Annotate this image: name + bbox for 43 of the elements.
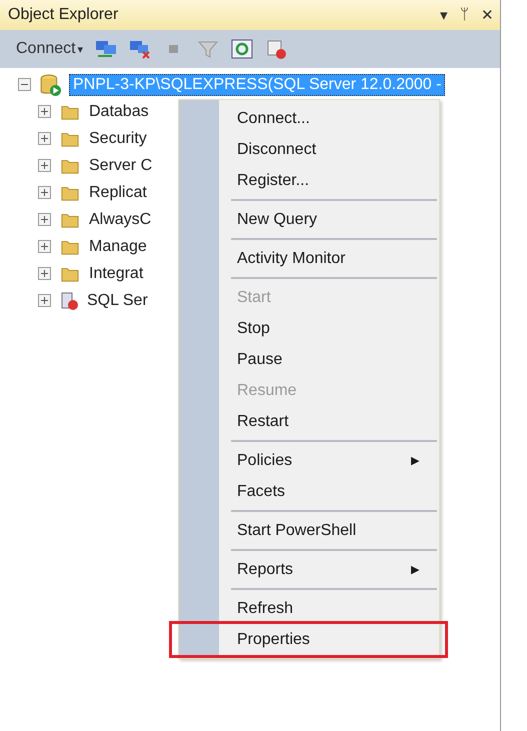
- expand-toggle[interactable]: [38, 267, 51, 280]
- database-icon: [39, 74, 61, 96]
- tree-item[interactable]: Databas: [89, 102, 149, 120]
- menu-item[interactable]: Facets: [179, 476, 439, 507]
- menu-item[interactable]: New Query: [179, 204, 439, 235]
- menu-item[interactable]: Restart: [179, 406, 439, 437]
- tree-item[interactable]: Replicat: [89, 184, 147, 202]
- menu-item[interactable]: Reports ▶: [179, 554, 439, 585]
- expand-toggle[interactable]: [38, 159, 51, 172]
- tree-item[interactable]: AlwaysC: [89, 210, 152, 228]
- menu-item[interactable]: Register...: [179, 165, 439, 196]
- tree-item[interactable]: Server C: [89, 156, 152, 174]
- menu-item[interactable]: Properties: [172, 624, 445, 655]
- expand-toggle[interactable]: [38, 186, 51, 199]
- expand-toggle[interactable]: [38, 213, 51, 226]
- expand-toggle[interactable]: [38, 132, 51, 145]
- menu-item[interactable]: Start PowerShell: [179, 515, 439, 546]
- expand-toggle[interactable]: [38, 240, 51, 253]
- computers-icon[interactable]: [94, 38, 118, 60]
- panel-title: Object Explorer: [8, 6, 118, 24]
- panel-control[interactable]: ᛘ: [460, 6, 469, 24]
- panel-control[interactable]: ▾: [440, 6, 448, 24]
- collapse-toggle[interactable]: [18, 78, 31, 91]
- submenu-arrow: ▶: [411, 454, 419, 467]
- tree-item[interactable]: Manage: [89, 238, 147, 256]
- connect-button[interactable]: Connect▾: [16, 40, 84, 58]
- tree-item[interactable]: Integrat: [89, 264, 144, 282]
- menu-item[interactable]: Stop: [179, 313, 439, 344]
- agent-icon: [59, 290, 79, 310]
- menu-item[interactable]: Connect...: [179, 103, 439, 134]
- disconnect-icon[interactable]: [128, 38, 152, 60]
- refresh-icon[interactable]: [230, 38, 254, 60]
- menu-item[interactable]: Disconnect: [179, 134, 439, 165]
- menu-item[interactable]: Pause: [179, 344, 439, 375]
- expand-toggle[interactable]: [38, 294, 51, 307]
- menu-item[interactable]: Refresh: [179, 593, 439, 624]
- submenu-arrow: ▶: [411, 563, 419, 576]
- expand-toggle[interactable]: [38, 105, 51, 118]
- panel-control[interactable]: ✕: [481, 6, 494, 24]
- menu-item[interactable]: Activity Monitor: [179, 243, 439, 274]
- tree-item[interactable]: SQL Ser: [87, 292, 148, 310]
- tree-item[interactable]: Security: [89, 130, 147, 148]
- menu-item[interactable]: Policies ▶: [179, 445, 439, 476]
